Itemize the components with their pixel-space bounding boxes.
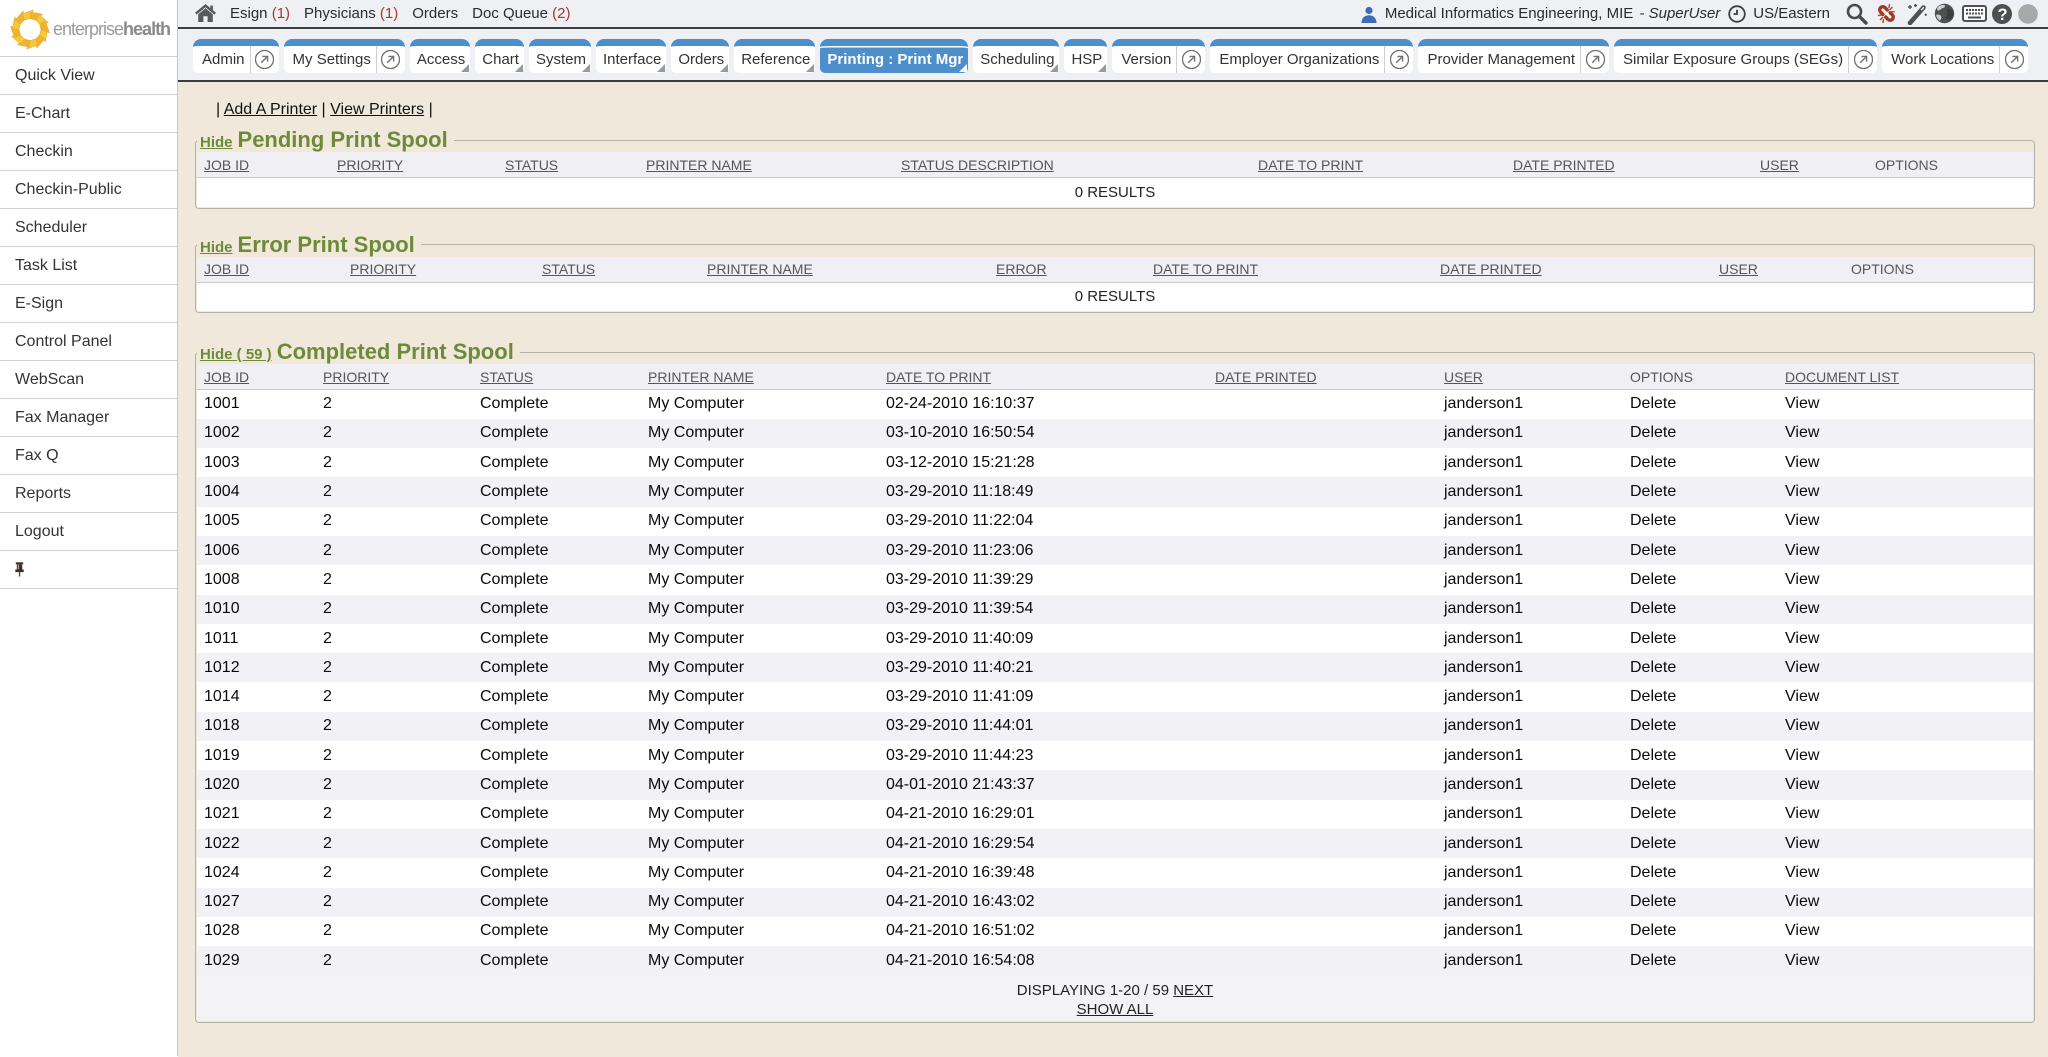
svg-text:?: ?: [1997, 6, 2007, 24]
